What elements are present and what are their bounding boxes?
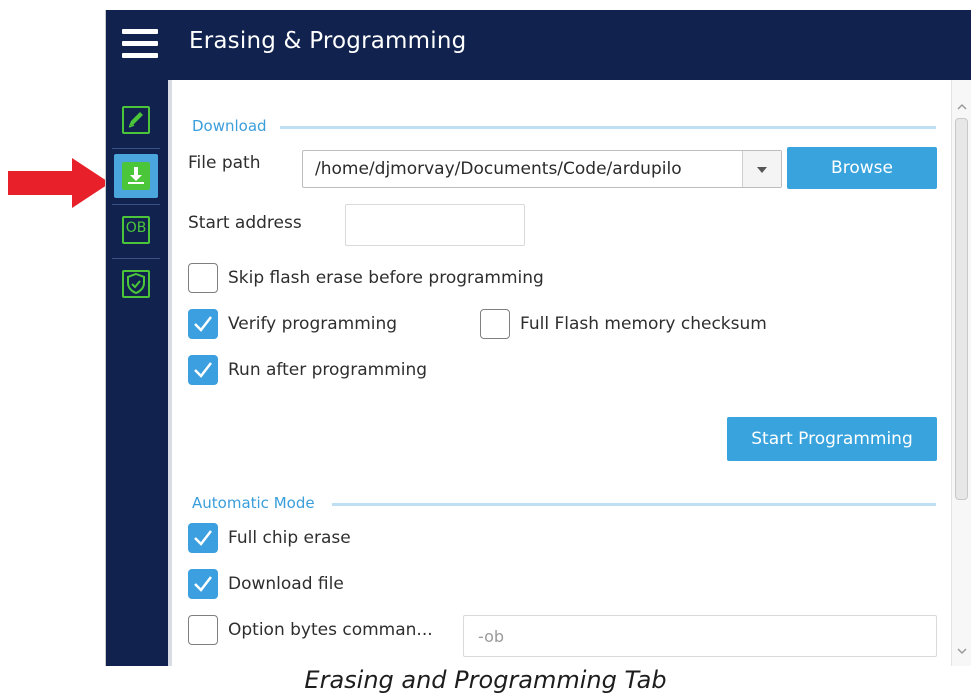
start-address-label: Start address bbox=[188, 213, 302, 233]
scroll-down-icon[interactable] bbox=[957, 646, 967, 656]
download-section-title: Download bbox=[192, 117, 275, 135]
start-programming-button[interactable]: Start Programming bbox=[727, 417, 937, 461]
vertical-scrollbar[interactable] bbox=[951, 80, 971, 666]
file-path-label: File path bbox=[188, 153, 261, 173]
option-bytes-placeholder: -ob bbox=[478, 627, 505, 646]
edit-memory-icon bbox=[122, 106, 150, 134]
sidebar-divider bbox=[112, 204, 160, 205]
verify-programming-label: Verify programming bbox=[228, 314, 398, 334]
automatic-mode-section-title: Automatic Mode bbox=[192, 494, 323, 512]
run-after-programming-checkbox[interactable] bbox=[188, 355, 218, 385]
section-divider bbox=[332, 503, 936, 506]
option-bytes-command-label: Option bytes comman... bbox=[228, 620, 433, 640]
app-window: Erasing & Programming OB Download File p… bbox=[105, 10, 971, 666]
skip-erase-checkbox[interactable] bbox=[188, 263, 218, 293]
annotation-arrow-icon bbox=[8, 158, 110, 208]
sidebar-item-edit[interactable] bbox=[114, 98, 158, 142]
browse-button[interactable]: Browse bbox=[787, 147, 937, 189]
full-flash-checksum-label: Full Flash memory checksum bbox=[520, 314, 767, 334]
scrollbar-thumb[interactable] bbox=[955, 118, 968, 500]
start-address-input[interactable] bbox=[345, 204, 525, 246]
sidebar: OB bbox=[106, 80, 168, 666]
page-title: Erasing & Programming bbox=[189, 28, 467, 54]
sidebar-divider bbox=[112, 258, 160, 259]
file-path-combobox[interactable]: /home/djmorvay/Documents/Code/ardupilo bbox=[302, 150, 782, 188]
download-file-checkbox[interactable] bbox=[188, 569, 218, 599]
skip-erase-label: Skip flash erase before programming bbox=[228, 268, 544, 288]
full-flash-checksum-checkbox[interactable] bbox=[480, 309, 510, 339]
sidebar-divider bbox=[112, 148, 160, 149]
option-bytes-label: OB bbox=[125, 220, 147, 236]
chevron-down-icon[interactable] bbox=[742, 151, 781, 187]
scroll-up-icon[interactable] bbox=[957, 102, 967, 112]
hamburger-menu-icon[interactable] bbox=[122, 29, 158, 59]
run-after-programming-label: Run after programming bbox=[228, 360, 428, 380]
file-path-value: /home/djmorvay/Documents/Code/ardupilo bbox=[315, 159, 682, 179]
verify-programming-checkbox[interactable] bbox=[188, 309, 218, 339]
sidebar-item-option-bytes[interactable]: OB bbox=[114, 208, 158, 252]
download-file-label: Download file bbox=[228, 574, 344, 594]
shield-icon bbox=[122, 270, 150, 298]
full-chip-erase-label: Full chip erase bbox=[228, 528, 351, 548]
figure-caption: Erasing and Programming Tab bbox=[304, 666, 667, 694]
full-chip-erase-checkbox[interactable] bbox=[188, 523, 218, 553]
title-bar: Erasing & Programming bbox=[106, 10, 971, 80]
download-icon bbox=[122, 162, 150, 190]
sidebar-item-security[interactable] bbox=[114, 262, 158, 306]
erasing-programming-panel: Download File path /home/djmorvay/Docume… bbox=[168, 80, 971, 666]
section-divider bbox=[280, 126, 936, 129]
option-bytes-command-input[interactable]: -ob bbox=[463, 615, 937, 657]
option-bytes-icon: OB bbox=[122, 216, 150, 244]
sidebar-item-download[interactable] bbox=[114, 154, 158, 198]
option-bytes-command-checkbox[interactable] bbox=[188, 615, 218, 645]
